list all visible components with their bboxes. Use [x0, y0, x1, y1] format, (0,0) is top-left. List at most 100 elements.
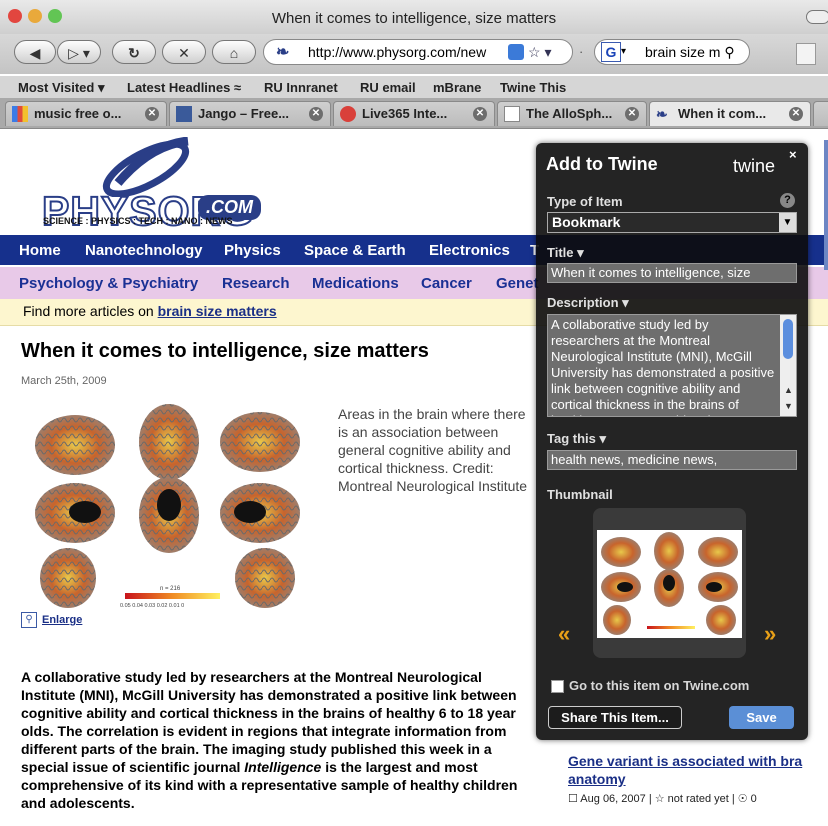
nav-medications[interactable]: Medications — [312, 275, 399, 292]
brain-views — [35, 404, 300, 608]
tab-strip: music free o... ✕ Jango – Free... ✕ Live… — [0, 98, 828, 129]
description-label[interactable]: Description ▾ — [547, 295, 629, 311]
url-text: http://www.physorg.com/new — [308, 44, 487, 60]
back-arrow-icon: ◀ — [29, 45, 41, 61]
background-nav-ghost — [598, 243, 602, 258]
scroll-down-icon[interactable]: ▼ — [784, 401, 793, 411]
article-body: A collaborative study led by researchers… — [21, 668, 526, 812]
thumbnail-image — [597, 530, 742, 638]
forward-button[interactable]: ▷ ▾ — [57, 40, 101, 64]
home-button[interactable]: ⌂ — [212, 40, 256, 64]
enlarge-link[interactable]: Enlarge — [42, 614, 82, 626]
title-field[interactable]: When it comes to intelligence, size — [547, 263, 797, 283]
brain-cortex-figure[interactable]: n = 216 0.05 0.04 0.03 0.02 0.01 0 — [30, 400, 315, 610]
twine-logo: twine — [733, 156, 776, 176]
description-field[interactable]: A collaborative study led by researchers… — [547, 314, 797, 417]
site-tagline: SCIENCE : PHYSICS : TECH : NANO : NEWS — [43, 216, 233, 226]
navigation-toolbar: ◀ ▷ ▾ ↻ ✕ ⌂ ❧ http://www.physorg.com/new… — [0, 34, 828, 74]
tab-label: music free o... — [34, 106, 122, 121]
magnify-icon[interactable]: ⚲ — [21, 612, 37, 628]
url-field[interactable]: ❧ http://www.physorg.com/new ☆ ▾ — [263, 39, 573, 65]
twine-extension-icon[interactable] — [796, 43, 816, 65]
go-to-twine-label: Go to this item on Twine.com — [569, 678, 750, 693]
figure-color-scale — [125, 593, 220, 599]
tab-overflow[interactable] — [813, 101, 828, 126]
google-search-icon[interactable]: G — [601, 42, 621, 62]
rss-feed-icon[interactable] — [508, 44, 524, 60]
close-tab-icon[interactable]: ✕ — [145, 107, 159, 121]
save-button[interactable]: Save — [729, 706, 794, 729]
tab-label: The AlloSph... — [526, 106, 613, 121]
nav-physics[interactable]: Physics — [224, 242, 281, 259]
live365-favicon-icon — [340, 106, 356, 122]
help-icon[interactable]: ? — [780, 193, 795, 208]
bookmark-ru-email[interactable]: RU email — [360, 80, 416, 95]
related-article-meta: ☐ Aug 06, 2007 | ☆ not rated yet | ☉ 0 — [568, 793, 757, 805]
article-date: March 25th, 2009 — [21, 375, 107, 387]
next-thumbnail-icon[interactable]: » — [764, 621, 776, 647]
figure-sample-size: n = 216 — [160, 586, 181, 592]
bookmark-most-visited[interactable]: Most Visited ▾ — [18, 80, 104, 96]
close-tab-icon[interactable]: ✕ — [309, 107, 323, 121]
bookmark-star-icon[interactable]: ☆ ▾ — [528, 40, 551, 64]
google-favicon-icon — [12, 106, 28, 122]
close-tab-icon[interactable]: ✕ — [473, 107, 487, 121]
nav-nanotechnology[interactable]: Nanotechnology — [85, 242, 203, 259]
reload-button[interactable]: ↻ — [112, 40, 156, 64]
scroll-up-icon[interactable]: ▲ — [784, 385, 793, 395]
tab-jango[interactable]: Jango – Free... ✕ — [169, 101, 331, 126]
journal-name: Intelligence — [244, 759, 322, 775]
nav-research[interactable]: Research — [222, 275, 290, 292]
close-tab-icon[interactable]: ✕ — [789, 107, 803, 121]
share-this-item-button[interactable]: Share This Item... — [548, 706, 682, 729]
nav-cancer[interactable]: Cancer — [421, 275, 472, 292]
title-label[interactable]: Title ▾ — [547, 245, 584, 261]
search-field[interactable]: G ▾ brain size m ⚲ — [594, 39, 750, 65]
related-article-link[interactable]: Gene variant is associated with bra anat… — [568, 752, 828, 788]
find-more-link[interactable]: brain size matters — [158, 303, 277, 319]
tab-live365[interactable]: Live365 Inte... ✕ — [333, 101, 495, 126]
close-tab-icon[interactable]: ✕ — [625, 107, 639, 121]
page-scrollbar[interactable] — [824, 140, 828, 270]
close-icon[interactable]: × — [789, 147, 797, 162]
page-favicon-icon — [504, 106, 520, 122]
nav-electronics[interactable]: Electronics — [429, 242, 510, 259]
toolbar-separator: · — [579, 44, 584, 59]
figure-scale-labels: 0.05 0.04 0.03 0.02 0.01 0 — [120, 603, 184, 609]
bookmark-twine-this[interactable]: Twine This — [500, 80, 566, 95]
home-icon: ⌂ — [229, 45, 239, 61]
forward-arrow-icon: ▷ ▾ — [68, 45, 90, 61]
nav-psychology[interactable]: Psychology & Psychiatry — [19, 275, 198, 292]
bookmarks-toolbar: Most Visited ▾ Latest Headlines ≈ RU Inn… — [0, 76, 828, 98]
go-to-twine-checkbox[interactable] — [551, 680, 564, 693]
figure-caption: Areas in the brain where there is an ass… — [338, 406, 528, 494]
tab-music[interactable]: music free o... ✕ — [5, 101, 167, 126]
nav-space-earth[interactable]: Space & Earth — [304, 242, 406, 259]
magnifier-icon[interactable]: ⚲ — [724, 44, 734, 60]
bookmark-mbrane[interactable]: mBrane — [433, 80, 481, 95]
bookmark-latest-headlines[interactable]: Latest Headlines ≈ — [127, 80, 241, 95]
scrollbar-thumb[interactable] — [783, 319, 793, 359]
previous-thumbnail-icon[interactable]: « — [558, 621, 570, 647]
tab-physorg[interactable]: ❧ When it com... ✕ — [649, 101, 811, 126]
description-scrollbar[interactable]: ▲ ▼ — [780, 315, 796, 416]
nav-home[interactable]: Home — [19, 242, 61, 259]
toolbar-toggle-button[interactable] — [806, 10, 828, 24]
tag-this-label[interactable]: Tag this ▾ — [547, 431, 606, 447]
stop-button[interactable]: ✕ — [162, 40, 206, 64]
description-text: A collaborative study led by researchers… — [551, 317, 775, 416]
nav-genetics[interactable]: Genet — [496, 275, 539, 292]
physorg-favicon-icon: ❧ — [656, 106, 668, 122]
window-titlebar: When it comes to intelligence, size matt… — [0, 0, 828, 35]
article-title: When it comes to intelligence, size matt… — [21, 340, 429, 362]
chevron-down-icon: ▼ — [779, 213, 796, 232]
type-of-item-select[interactable]: Bookmark ▼ — [547, 212, 797, 233]
tab-allosphere[interactable]: The AlloSph... ✕ — [497, 101, 647, 126]
twine-panel-title: Add to Twine — [546, 154, 658, 174]
thumbnail-label: Thumbnail — [547, 487, 613, 502]
tags-field[interactable]: health news, medicine news, — [547, 450, 797, 470]
back-button[interactable]: ◀ — [14, 40, 56, 64]
bookmark-ru-innranet[interactable]: RU Innranet — [264, 80, 338, 95]
search-engine-dropdown-icon[interactable]: ▾ — [621, 40, 626, 64]
jango-favicon-icon — [176, 106, 192, 122]
